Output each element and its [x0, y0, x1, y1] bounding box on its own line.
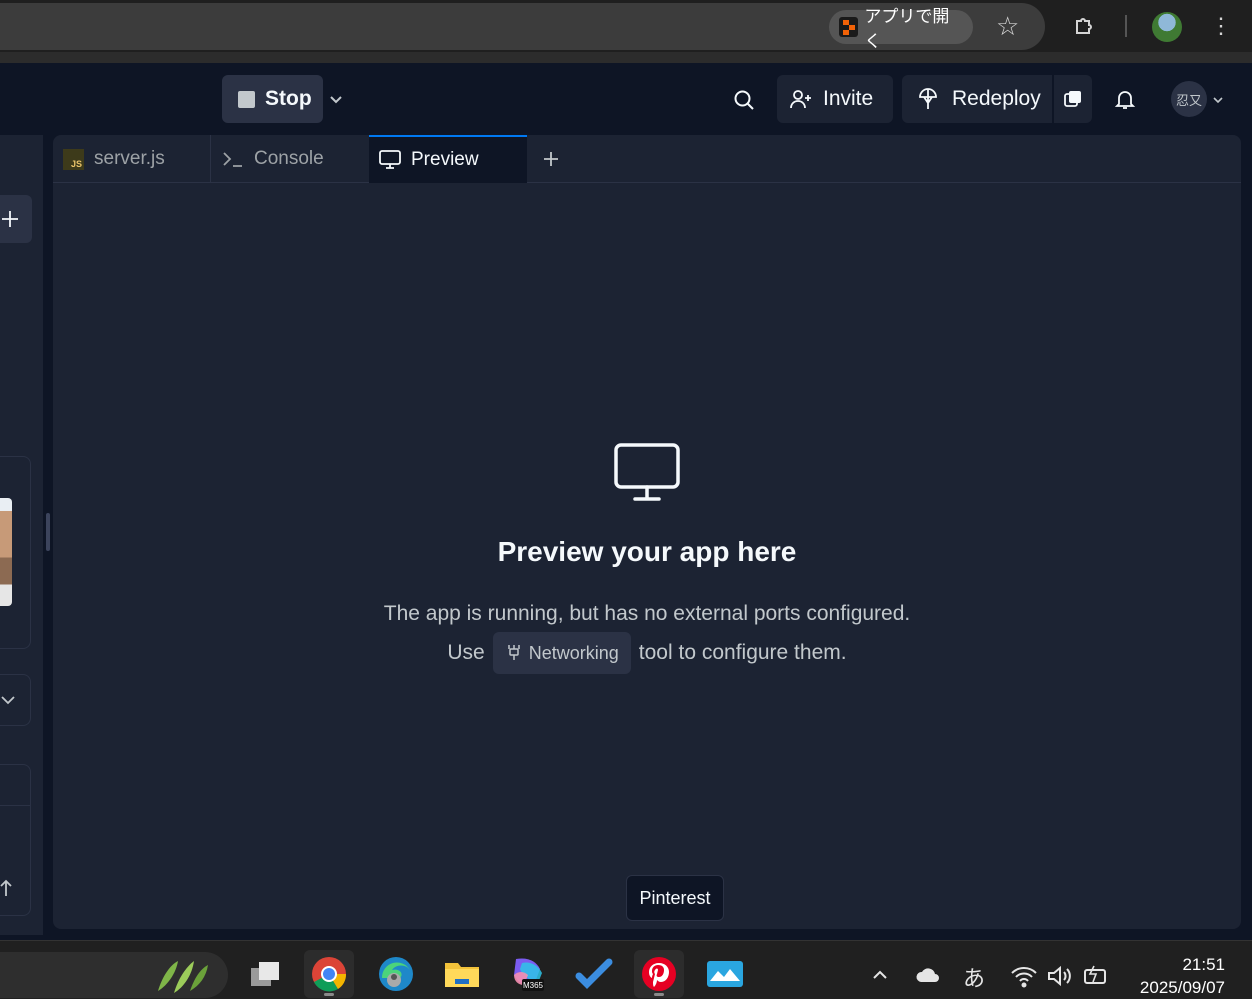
- thumbnail-image[interactable]: [0, 498, 12, 606]
- add-tab-icon[interactable]: [540, 148, 562, 170]
- stop-label: Stop: [265, 87, 312, 110]
- tab-label: server.js: [94, 148, 165, 169]
- monitor-icon: [379, 150, 401, 169]
- preview-hint: Use Networking tool to configure them.: [53, 632, 1241, 674]
- copy-icon: [1064, 91, 1081, 107]
- panel-resize-handle[interactable]: [46, 513, 50, 551]
- chrome-icon[interactable]: [304, 950, 354, 998]
- clock-time: 21:51: [1182, 955, 1225, 974]
- tab-label: Preview: [411, 149, 479, 170]
- todo-icon[interactable]: [569, 950, 619, 998]
- stop-icon: [238, 90, 255, 108]
- toolbar-divider: [1125, 15, 1127, 37]
- m365-badge: M365: [523, 981, 544, 990]
- preview-message: The app is running, but has no external …: [383, 602, 911, 625]
- plus-icon: [2, 211, 18, 227]
- replit-logo-icon: [839, 17, 859, 37]
- invite-label: Invite: [823, 87, 874, 110]
- divider: [0, 805, 31, 806]
- deploy-balloon-icon: [919, 88, 937, 109]
- add-panel-button[interactable]: [0, 195, 32, 243]
- left-panel-dropdown[interactable]: [0, 674, 31, 726]
- monitor-icon: [614, 443, 680, 501]
- tab-preview[interactable]: Preview: [369, 135, 527, 183]
- system-clock[interactable]: 21:51 2025/09/07: [1130, 953, 1225, 999]
- pinterest-icon[interactable]: [634, 950, 684, 998]
- clock-date: 2025/09/07: [1139, 978, 1225, 997]
- leaves-widget-icon[interactable]: [152, 955, 212, 995]
- js-file-icon: JS: [63, 148, 84, 170]
- bookmark-star-icon[interactable]: ☆: [996, 12, 1019, 40]
- arrow-up-icon: [0, 879, 12, 896]
- terminal-icon: [223, 152, 242, 167]
- tab-label: Console: [254, 148, 324, 169]
- search-icon[interactable]: [732, 88, 756, 112]
- user-initials: 忍又: [1175, 92, 1202, 108]
- wifi-icon[interactable]: [1010, 964, 1038, 988]
- networking-icon: [508, 645, 520, 660]
- chevron-down-icon: [1, 696, 15, 705]
- ime-indicator[interactable]: あ: [963, 961, 985, 993]
- user-avatar[interactable]: 忍又: [1171, 81, 1207, 117]
- left-panel-input-box[interactable]: [0, 764, 31, 916]
- open-in-app-button[interactable]: アプリで開く: [829, 7, 973, 51]
- file-explorer-icon[interactable]: [437, 950, 487, 998]
- task-view-icon[interactable]: [240, 950, 290, 998]
- chevron-down-icon[interactable]: [1211, 93, 1225, 107]
- deploy-options-button[interactable]: [1054, 75, 1092, 123]
- tab-server-js[interactable]: JS server.js: [53, 135, 211, 183]
- profile-avatar[interactable]: [1152, 12, 1182, 42]
- hint-suffix: tool to configure them.: [638, 641, 847, 664]
- volume-icon[interactable]: [1046, 964, 1072, 988]
- networking-tool-chip[interactable]: Networking: [492, 632, 631, 674]
- hint-prefix: Use: [447, 641, 485, 664]
- more-vert-icon[interactable]: ⋮: [1210, 12, 1232, 42]
- onedrive-cloud-icon[interactable]: [914, 964, 942, 986]
- bell-icon[interactable]: [1113, 87, 1137, 111]
- m365-copilot-icon[interactable]: M365: [503, 950, 553, 998]
- chip-label: Networking: [528, 642, 619, 663]
- browser-divider: [0, 52, 1252, 63]
- taskbar-tooltip: Pinterest: [626, 875, 724, 921]
- redeploy-label: Redeploy: [952, 87, 1041, 110]
- extensions-icon[interactable]: [1073, 13, 1097, 37]
- user-plus-icon: [790, 90, 811, 109]
- preview-title: Preview your app here: [497, 536, 797, 567]
- edge-icon[interactable]: [371, 950, 421, 998]
- battery-charging-icon[interactable]: [1082, 964, 1110, 988]
- chevron-up-icon[interactable]: [871, 966, 889, 984]
- tab-console[interactable]: Console: [212, 135, 369, 183]
- redeploy-button[interactable]: Redeploy: [902, 75, 1052, 123]
- invite-button[interactable]: Invite: [777, 75, 893, 123]
- photos-icon[interactable]: [700, 950, 750, 998]
- stop-button[interactable]: Stop: [222, 75, 323, 123]
- open-in-app-label: アプリで開く: [864, 7, 950, 51]
- chevron-down-icon[interactable]: [326, 89, 346, 109]
